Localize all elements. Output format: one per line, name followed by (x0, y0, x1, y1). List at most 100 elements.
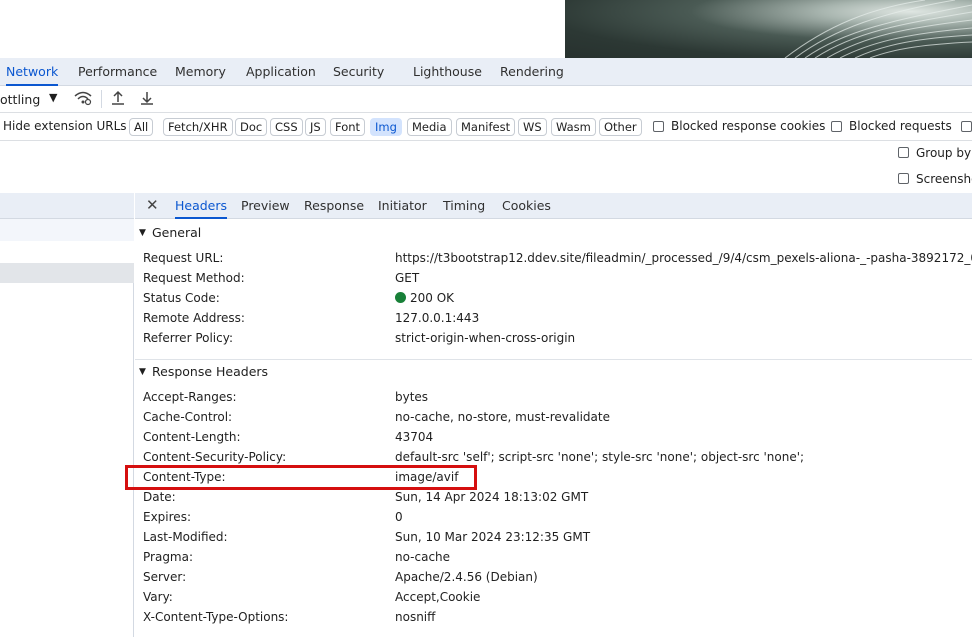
header-name: Cache-Control: (143, 410, 233, 424)
header-name: Request URL: (143, 251, 224, 265)
status-code-text: 200 OK (410, 291, 455, 305)
filter-css[interactable]: CSS (270, 118, 303, 136)
details-tab-timing[interactable]: Timing (443, 193, 485, 219)
panel-tab-security[interactable]: Security (333, 58, 384, 86)
header-value[interactable]: 43704 (395, 427, 433, 447)
header-name: X-Content-Type-Options: (143, 610, 289, 624)
network-conditions-icon[interactable] (74, 90, 92, 109)
filter-img[interactable]: Img (370, 118, 402, 136)
content-type-highlight-box (125, 465, 477, 490)
header-value[interactable]: GET (395, 268, 419, 288)
request-list (0, 193, 134, 637)
panel-tab-application[interactable]: Application (246, 58, 316, 86)
filter-wasm[interactable]: Wasm (551, 118, 596, 136)
filter-manifest[interactable]: Manifest (456, 118, 516, 136)
header-name: Vary: (143, 590, 173, 604)
header-name: Server: (143, 570, 187, 584)
request-row[interactable] (0, 241, 134, 263)
throttling-select-label[interactable]: ottling (0, 92, 40, 107)
header-value[interactable]: strict-origin-when-cross-origin (395, 328, 575, 348)
header-value[interactable]: 127.0.0.1:443 (395, 308, 479, 328)
header-row: Vary: Accept,Cookie (135, 587, 972, 607)
header-value[interactable]: bytes (395, 387, 428, 407)
details-tab-headers[interactable]: Headers (175, 193, 228, 219)
details-tab-cookies[interactable]: Cookies (502, 193, 551, 219)
header-row: Server: Apache/2.4.56 (Debian) (135, 567, 972, 587)
panel-tab-performance[interactable]: Performance (78, 58, 157, 86)
header-value[interactable]: Sun, 10 Mar 2024 23:12:35 GMT (395, 527, 590, 547)
export-har-icon[interactable] (140, 90, 154, 109)
header-value[interactable]: Sun, 14 Apr 2024 18:13:02 GMT (395, 487, 588, 507)
chevron-down-icon[interactable]: ▼ (49, 91, 57, 104)
header-value[interactable]: no-cache, no-store, must-revalidate (395, 407, 610, 427)
panel-tab-network[interactable]: Network (6, 58, 59, 86)
filter-doc[interactable]: Doc (235, 118, 268, 136)
header-value[interactable]: https://t3bootstrap12.ddev.site/fileadmi… (395, 248, 972, 268)
header-row: Status Code: 200 OK (135, 288, 972, 308)
header-row: Referrer Policy: strict-origin-when-cross… (135, 328, 972, 348)
header-row: Request Method: GET (135, 268, 972, 288)
header-value[interactable]: default-src 'self'; script-src 'none'; s… (395, 447, 804, 467)
request-list-header (0, 193, 134, 219)
header-row: Content-Security-Policy: default-src 'sel… (135, 447, 972, 467)
filter-fetch-xhr[interactable]: Fetch/XHR (163, 118, 233, 136)
blocked-requests-checkbox[interactable] (831, 121, 842, 132)
blocked-requests-label: Blocked requests (849, 119, 952, 133)
header-row: Cache-Control: no-cache, no-store, must-r… (135, 407, 972, 427)
third-party-requests-checkbox[interactable] (961, 121, 972, 132)
header-name: Status Code: (143, 291, 220, 305)
panel-tab-memory[interactable]: Memory (175, 58, 226, 86)
header-value[interactable]: 0 (395, 507, 403, 527)
header-name: Pragma: (143, 550, 194, 564)
header-row: Request URL: https://t3bootstrap12.ddev.s… (135, 248, 972, 268)
header-row: X-Content-Type-Options: nosniff (135, 607, 972, 627)
response-headers-section-header[interactable]: ▼ Response Headers (135, 359, 972, 385)
status-ok-dot-icon (395, 292, 406, 303)
header-row: Expires: 0 (135, 507, 972, 527)
filter-media[interactable]: Media (407, 118, 452, 136)
filter-bar: Hide extension URLs All Fetch/XHR Doc CSS JS… (0, 113, 972, 141)
header-value[interactable]: nosniff (395, 607, 435, 627)
header-row: Content-Length: 43704 (135, 427, 972, 447)
settings-bar: Group by f Screensho (0, 141, 972, 193)
panel-tab-lighthouse[interactable]: Lighthouse (413, 58, 482, 86)
group-by-frame-checkbox[interactable] (898, 147, 909, 158)
header-name: Request Method: (143, 271, 245, 285)
details-tab-initiator[interactable]: Initiator (378, 193, 427, 219)
header-name: Last-Modified: (143, 530, 228, 544)
page-preview-image (565, 0, 972, 58)
blocked-response-cookies-checkbox[interactable] (653, 121, 664, 132)
screenshots-label: Screensho (916, 172, 972, 186)
hide-extension-urls-label[interactable]: Hide extension URLs (3, 119, 127, 133)
header-row: Date: Sun, 14 Apr 2024 18:13:02 GMT (135, 487, 972, 507)
header-value[interactable]: no-cache (395, 547, 450, 567)
panel-tab-rendering[interactable]: Rendering (500, 58, 564, 86)
network-toolbar: ottling ▼ (0, 86, 972, 113)
group-by-frame-label: Group by f (916, 146, 972, 160)
header-value[interactable]: Apache/2.4.56 (Debian) (395, 567, 538, 587)
blocked-response-cookies-label: Blocked response cookies (671, 119, 826, 133)
header-name: Expires: (143, 510, 191, 524)
import-har-icon[interactable] (111, 90, 125, 109)
header-name: Referrer Policy: (143, 331, 233, 345)
filter-js[interactable]: JS (305, 118, 326, 136)
header-value[interactable]: 200 OK (395, 288, 454, 308)
filter-ws[interactable]: WS (518, 118, 547, 136)
filter-all[interactable]: All (129, 118, 154, 136)
header-value[interactable]: Accept,Cookie (395, 587, 480, 607)
details-tab-preview[interactable]: Preview (241, 193, 290, 219)
filter-other[interactable]: Other (599, 118, 642, 136)
request-row[interactable] (0, 219, 134, 241)
triangle-down-icon: ▼ (139, 367, 146, 377)
header-name: Content-Security-Policy: (143, 450, 287, 464)
header-row: Remote Address: 127.0.0.1:443 (135, 308, 972, 328)
request-row-selected[interactable] (0, 263, 134, 283)
header-row: Accept-Ranges: bytes (135, 387, 972, 407)
details-tab-bar: ✕ Headers Preview Response Initiator Timing C… (135, 193, 972, 219)
screenshots-checkbox[interactable] (898, 173, 909, 184)
close-icon[interactable]: ✕ (146, 193, 159, 219)
details-tab-response[interactable]: Response (304, 193, 364, 219)
general-section-header[interactable]: ▼ General (135, 220, 972, 246)
panel-tab-bar: Network Performance Memory Application Secur… (0, 58, 972, 86)
filter-font[interactable]: Font (330, 118, 366, 136)
